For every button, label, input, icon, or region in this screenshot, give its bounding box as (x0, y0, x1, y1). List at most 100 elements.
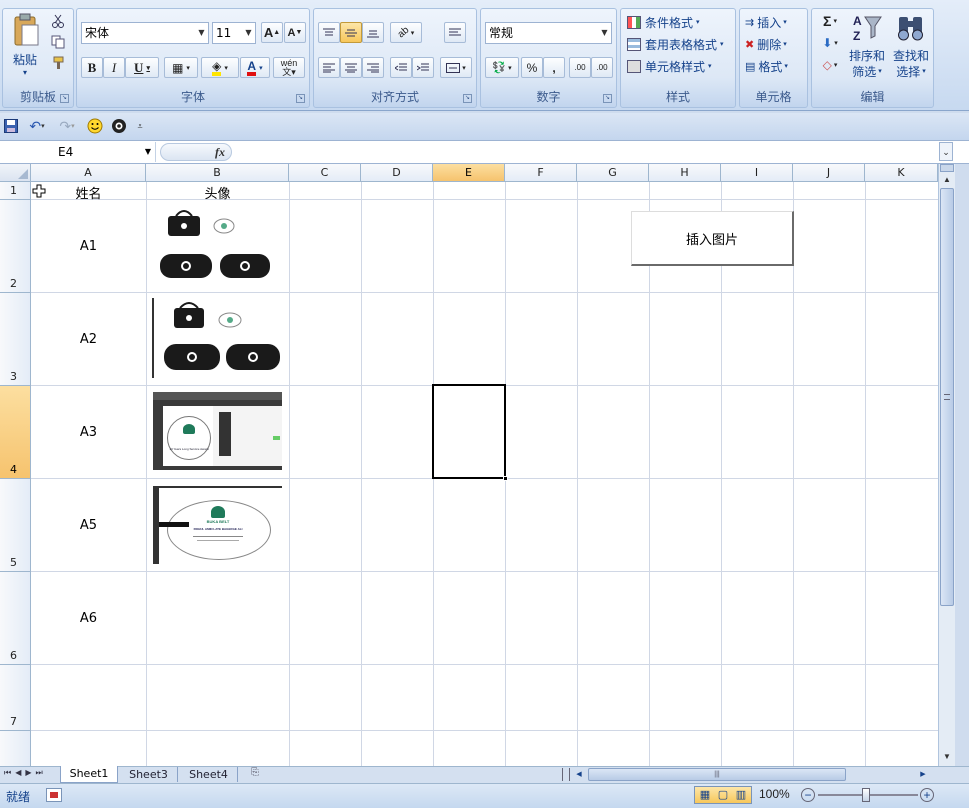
function-icon[interactable]: fx (215, 145, 225, 160)
column-header-f[interactable]: F (505, 164, 577, 182)
macro-record-icon[interactable] (46, 788, 62, 802)
wrap-text-icon[interactable] (444, 22, 466, 43)
increase-indent-icon[interactable] (412, 57, 434, 78)
cell-a3[interactable]: A2 (31, 332, 146, 347)
page-layout-icon[interactable]: ▢ (715, 788, 731, 802)
tab-navigation-icons[interactable]: ⏮◀▶⏭ (4, 768, 56, 782)
percent-style-button[interactable]: % (521, 57, 543, 78)
tab-split-handle[interactable] (562, 768, 570, 781)
tab-sheet3[interactable]: Sheet3 (120, 767, 178, 782)
cut-icon[interactable] (49, 13, 67, 29)
scroll-thumb[interactable] (940, 188, 954, 606)
cell-a1[interactable]: 姓名 (31, 183, 146, 202)
insert-sheet-icon[interactable]: ⎘ (244, 767, 266, 782)
sort-filter-icon[interactable]: AZ (846, 11, 888, 45)
row-header-3[interactable]: 3 (0, 293, 31, 386)
worksheet-grid[interactable]: A B C D E F G H I J K 1 2 3 4 5 6 7 姓名 头… (0, 164, 938, 766)
align-top-icon[interactable] (318, 22, 340, 43)
column-header-k[interactable]: K (865, 164, 938, 182)
copy-icon[interactable] (49, 34, 67, 50)
vertical-scrollbar[interactable]: ▲ ▼ (938, 164, 955, 766)
row-header-2[interactable]: 2 (0, 200, 31, 293)
row-header-1[interactable]: 1 (0, 182, 31, 200)
bag-product-image[interactable] (156, 208, 274, 282)
column-header-d[interactable]: D (361, 164, 433, 182)
format-painter-icon[interactable] (49, 55, 67, 71)
number-format-combo[interactable]: 常规 ▼ (485, 22, 612, 44)
grow-font-button[interactable]: A ▲ (261, 22, 283, 43)
column-header-a[interactable]: A (31, 164, 146, 182)
customize-toolbar-icon[interactable]: ⩡ (134, 118, 146, 134)
cell-a6[interactable]: A6 (31, 611, 146, 626)
horizontal-scroll-thumb[interactable]: ||| (588, 768, 846, 781)
fill-icon[interactable]: ⬇ ▾ (816, 34, 844, 52)
find-select-icon[interactable] (890, 11, 932, 45)
zoom-out-icon[interactable]: − (801, 788, 815, 802)
phonetic-button[interactable]: wén 文▾ (273, 57, 305, 78)
accounting-format-icon[interactable]: 💱 ▾ (485, 57, 519, 78)
dialog-launcher-icon[interactable]: ↘ (463, 94, 472, 103)
cell-styles-button[interactable]: 单元格样式 ▾ (627, 57, 712, 75)
merge-center-icon[interactable]: ▾ (440, 57, 472, 78)
scroll-up-icon[interactable]: ▲ (940, 173, 954, 187)
shrink-font-button[interactable]: A ▼ (284, 22, 306, 43)
tab-sheet4[interactable]: Sheet4 (180, 767, 238, 782)
row-header-5[interactable]: 5 (0, 479, 31, 572)
paste-icon[interactable] (7, 11, 43, 51)
autosum-icon[interactable]: Σ ▾ (816, 12, 844, 30)
dialog-launcher-icon[interactable]: ↘ (296, 94, 305, 103)
camera-icon[interactable] (110, 117, 128, 135)
dialog-launcher-icon[interactable]: ↘ (603, 94, 612, 103)
row-header-8[interactable] (0, 731, 31, 766)
bag-product-image-2[interactable] (152, 298, 282, 378)
column-header-h[interactable]: H (649, 164, 721, 182)
insert-cells-button[interactable]: ⇉ 插入 ▾ (745, 13, 787, 31)
column-header-g[interactable]: G (577, 164, 649, 182)
decrease-indent-icon[interactable] (390, 57, 412, 78)
save-icon[interactable] (3, 118, 19, 134)
smiley-icon[interactable] (86, 117, 104, 135)
paste-button-label[interactable]: 粘贴 (7, 51, 43, 67)
redo-icon[interactable]: ↷ ▾ (54, 118, 80, 134)
column-header-j[interactable]: J (793, 164, 865, 182)
row-header-4[interactable]: 4 (0, 386, 31, 479)
fill-handle[interactable] (503, 476, 508, 481)
align-left-icon[interactable] (318, 57, 340, 78)
underline-button[interactable]: U ▾ (125, 57, 159, 78)
column-header-c[interactable]: C (289, 164, 361, 182)
font-color-button[interactable]: A ▾ (240, 57, 270, 78)
cell-a4[interactable]: A3 (31, 425, 146, 440)
award-certificate-image[interactable]: BUKA BELT ROHUL AMIN LATE BAGERAE ALI (153, 486, 282, 564)
selected-cell-e4[interactable] (432, 384, 506, 479)
scroll-left-icon[interactable]: ◀ (572, 768, 586, 781)
formula-input[interactable] (236, 142, 936, 162)
award-screenshot-image[interactable]: 10 Years Long Service Award (153, 392, 282, 470)
increase-decimal-button[interactable]: .00 (569, 57, 591, 78)
dialog-launcher-icon[interactable]: ↘ (60, 94, 69, 103)
chevron-down-icon[interactable]: ▼ (598, 23, 611, 43)
expand-formula-icon[interactable]: ⌄ (939, 142, 953, 161)
page-break-icon[interactable]: ▥ (733, 788, 749, 802)
border-button[interactable]: ▦ ▾ (164, 57, 198, 78)
cell-a2[interactable]: A1 (31, 239, 146, 254)
chevron-down-icon[interactable]: ▼ (242, 23, 255, 43)
normal-view-icon[interactable]: ▦ (697, 788, 713, 802)
sort-filter-label-1[interactable]: 排序和 (846, 47, 888, 63)
sort-filter-label-2[interactable]: 筛选 ▾ (846, 63, 888, 79)
align-middle-icon[interactable] (340, 22, 362, 43)
split-box[interactable] (940, 164, 954, 172)
cell-a5[interactable]: A5 (31, 518, 146, 533)
row-header-7[interactable]: 7 (0, 665, 31, 731)
insert-picture-button[interactable]: 插入图片 (631, 211, 794, 266)
chevron-down-icon[interactable]: ▼ (195, 23, 208, 43)
clear-icon[interactable]: ◇ ▾ (816, 56, 844, 74)
comma-style-button[interactable]: , (543, 57, 565, 78)
select-all-button[interactable] (0, 164, 31, 182)
italic-button[interactable]: I (103, 57, 125, 78)
delete-cells-button[interactable]: ✖ 删除 ▾ (745, 35, 787, 53)
align-center-icon[interactable] (340, 57, 362, 78)
undo-icon[interactable]: ↶ ▾ (24, 118, 50, 134)
table-format-button[interactable]: 套用表格格式 ▾ (627, 35, 724, 53)
zoom-level[interactable]: 100% (759, 787, 790, 801)
conditional-format-button[interactable]: 条件格式 ▾ (627, 13, 700, 31)
